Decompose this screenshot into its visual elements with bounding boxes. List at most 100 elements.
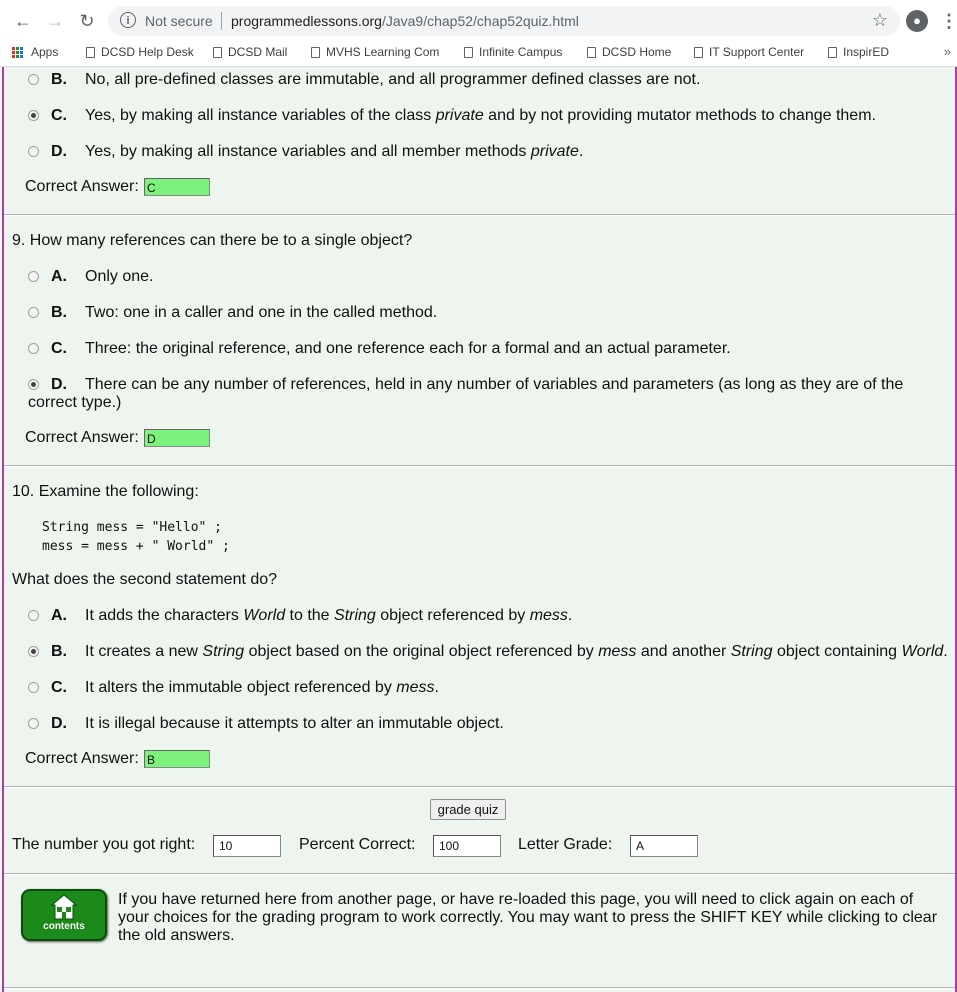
option-letter: C. [51,107,67,124]
option-text: Yes, by making all instance variables of… [85,107,876,125]
page-icon [464,46,473,58]
reload-note: If you have returned here from another p… [118,891,938,944]
info-icon[interactable]: i [120,12,136,28]
text-part-italic: mess [396,679,435,696]
text-part-italic: String [202,643,245,660]
text-part-italic: mess [529,607,568,624]
q8-radio-b[interactable] [28,74,39,85]
text-part: object containing [772,643,902,660]
option-letter: B. [51,304,67,321]
profile-icon[interactable]: ● [906,10,928,32]
quiz-frame: B. No, all pre-defined classes are immut… [2,67,957,992]
text-part: and another [636,643,731,660]
bookmark-dcsd-help-desk[interactable]: DCSD Help Desk [86,45,194,59]
reload-icon[interactable]: ↻ [76,10,98,32]
text-part: . [578,143,584,160]
option-text: Three: the original reference, and one r… [85,340,731,357]
contents-label: contents [43,921,85,932]
house-icon [51,894,77,920]
bookmark-inspired[interactable]: InspirED [828,45,889,59]
text-part-italic: private [435,107,484,124]
q9-answer-field[interactable]: D [144,429,210,447]
address-bar[interactable]: i Not secure programmedlessons.org/Java9… [108,6,900,36]
page-icon [587,46,596,58]
text-part: to the [285,607,335,624]
page-icon [694,46,703,58]
text-part: object based on the original object refe… [244,643,599,660]
q10-radio-d[interactable] [28,718,39,729]
bookmark-dcsd-mail[interactable]: DCSD Mail [213,45,287,59]
q9-answer-label: Correct Answer: [25,429,139,446]
bookmark-star-icon[interactable]: ☆ [872,10,888,31]
bookmark-label: IT Support Center [709,45,805,59]
text-part-italic: private [530,143,579,160]
text-part-italic: String [730,643,773,660]
page-icon [86,46,95,58]
q9-radio-a[interactable] [28,271,39,282]
text-part: It creates a new [85,643,203,660]
back-arrow-icon[interactable]: ← [12,10,34,32]
q8-answer-field[interactable]: C [144,178,210,196]
forward-arrow-icon[interactable]: → [44,10,66,32]
right-count-label: The number you got right: [12,836,196,853]
divider [4,786,955,788]
text-part: and by not providing mutator methods to … [483,107,876,124]
q10-question: 10. Examine the following: [12,483,199,500]
option-text: It adds the characters World to the Stri… [85,607,572,625]
option-text-wrap: correct type.) [28,394,122,411]
page-icon [828,46,837,58]
contents-button[interactable]: contents [21,889,107,941]
option-text: No, all pre-defined classes are immutabl… [85,71,701,88]
q9-radio-b[interactable] [28,307,39,318]
letter-grade-field[interactable]: A [630,835,698,857]
browser-toolbar: ← → ↻ i Not secure programmedlessons.org… [0,0,957,41]
option-text: Two: one in a caller and one in the call… [85,304,438,321]
bookmark-dcsd-home[interactable]: DCSD Home [587,45,671,59]
percent-correct-field[interactable]: 100 [433,835,501,857]
q8-radio-c[interactable] [28,110,39,121]
option-letter: A. [51,268,67,285]
page-content: B. No, all pre-defined classes are immut… [0,67,957,992]
q9-question: 9. How many references can there be to a… [12,232,413,249]
bookmark-apps[interactable]: Apps [12,45,58,59]
percent-correct-label: Percent Correct: [299,836,416,853]
q8-radio-d[interactable] [28,146,39,157]
option-text: Yes, by making all instance variables an… [85,143,583,161]
q9-radio-d[interactable] [28,379,39,390]
option-text: Only one. [85,268,154,285]
text-part: object referenced by [375,607,530,624]
right-count-field[interactable]: 10 [213,835,281,857]
code-line-1: String mess = "Hello" ; [42,520,223,535]
url-text[interactable]: programmedlessons.org/Java9/chap52/chap5… [231,13,579,29]
code-line-2: mess = mess + " World" ; [42,539,230,554]
bookmark-it-support-center[interactable]: IT Support Center [694,45,804,59]
bookmark-label: Apps [31,45,59,59]
bookmark-label: DCSD Home [602,45,672,59]
page-icon [311,46,320,58]
q9-radio-c[interactable] [28,343,39,354]
address-separator [221,12,222,30]
text-part: Yes, by making all instance variables of… [85,107,436,124]
option-letter: D. [51,143,67,160]
text-part: . [434,679,439,696]
q10-radio-a[interactable] [28,610,39,621]
bookmark-mvhs-learning[interactable]: MVHS Learning Com [311,45,439,59]
option-letter: C. [51,340,67,357]
option-letter: C. [51,679,67,696]
security-label[interactable]: Not secure [145,13,213,29]
bookmarks-overflow-icon[interactable]: » [944,44,951,59]
text-part-italic: String [334,607,376,624]
bookmark-label: DCSD Mail [228,45,288,59]
q10-answer-field[interactable]: B [144,750,210,768]
q10-radio-b[interactable] [28,646,39,657]
apps-grid-icon [12,46,23,58]
text-part-italic: World [243,607,286,624]
bookmarks-bar: Apps DCSD Help Desk DCSD Mail MVHS Learn… [0,41,957,67]
option-text: It is illegal because it attempts to alt… [85,715,504,732]
option-letter: D. [51,376,67,393]
menu-dots-icon[interactable]: ⋮ [940,10,957,32]
grade-quiz-button[interactable]: grade quiz [430,799,506,820]
option-text: It creates a new String object based on … [85,643,948,661]
bookmark-infinite-campus[interactable]: Infinite Campus [464,45,562,59]
q10-radio-c[interactable] [28,682,39,693]
